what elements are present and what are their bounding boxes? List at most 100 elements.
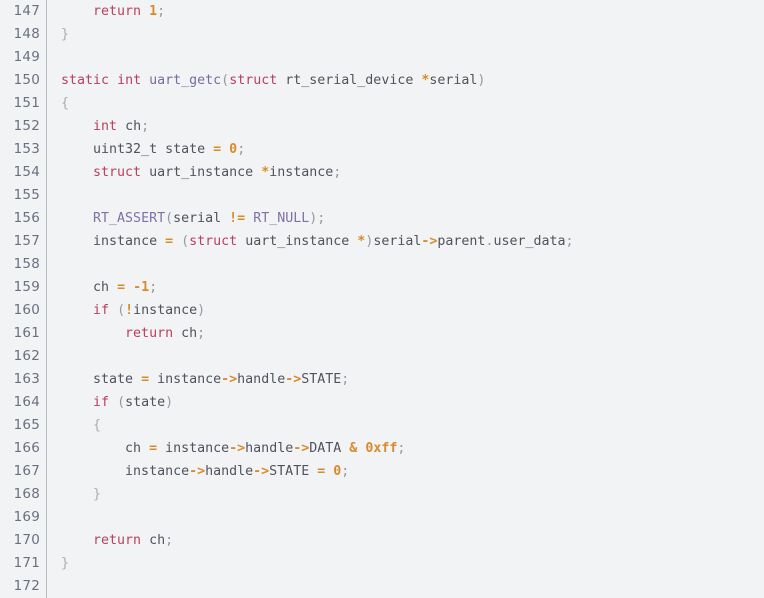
code-viewer[interactable]: 147 return 1; 148} 149 150 static int uart_g…: [0, 0, 764, 598]
line-number: 147: [13, 3, 40, 19]
line-content[interactable]: }: [51, 552, 764, 575]
line-content[interactable]: {: [51, 414, 764, 437]
line-content[interactable]: ch = -1;: [51, 276, 764, 299]
code-line[interactable]: 165 {: [0, 414, 764, 437]
code-line[interactable]: 170 return ch;: [0, 529, 764, 552]
token-punct: ;: [341, 372, 350, 387]
code-line[interactable]: 161 return ch;: [0, 322, 764, 345]
line-content[interactable]: int ch;: [51, 115, 764, 138]
token-op: =: [149, 441, 158, 456]
code-line[interactable]: 148}: [0, 23, 764, 46]
line-content[interactable]: instance->handle->STATE = 0;: [51, 460, 764, 483]
token-punct: ;: [317, 211, 326, 226]
code-line[interactable]: 164 if (state): [0, 391, 764, 414]
code-line[interactable]: 152 int ch;: [0, 115, 764, 138]
code-line[interactable]: 159 ch = -1;: [0, 276, 764, 299]
gutter-divider: [40, 0, 51, 23]
token-keyword: struct: [229, 73, 278, 88]
code-line[interactable]: 166 ch = instance->handle->DATA & 0xff;: [0, 437, 764, 460]
token-ident: handle: [237, 372, 286, 387]
line-number: 165: [13, 417, 40, 433]
code-line[interactable]: 168 }: [0, 483, 764, 506]
token-punct: ;: [165, 533, 174, 548]
line-content[interactable]: RT_ASSERT(serial != RT_NULL);: [51, 207, 764, 230]
token-op: ->: [293, 441, 310, 456]
line-content[interactable]: {: [51, 92, 764, 115]
line-content[interactable]: instance = (struct uart_instance *)seria…: [51, 230, 764, 253]
line-number: 171: [13, 555, 40, 571]
token-brace: }: [61, 556, 70, 571]
line-content[interactable]: if (!instance): [51, 299, 764, 322]
token-ident: serial: [173, 211, 222, 226]
token-keyword: struct: [93, 165, 142, 180]
line-number: 156: [13, 210, 40, 226]
line-content[interactable]: struct uart_instance *instance;: [51, 161, 764, 184]
line-content[interactable]: if (state): [51, 391, 764, 414]
line-content[interactable]: ch = instance->handle->DATA & 0xff;: [51, 437, 764, 460]
line-content[interactable]: uint32_t state = 0;: [51, 138, 764, 161]
line-content[interactable]: }: [51, 483, 764, 506]
code-line[interactable]: 167 instance->handle->STATE = 0;: [0, 460, 764, 483]
line-content[interactable]: state = instance->handle->STATE;: [51, 368, 764, 391]
line-content[interactable]: static int uart_getc(struct rt_serial_de…: [51, 69, 764, 92]
token-ident: instance: [93, 234, 158, 249]
token-op: *: [261, 165, 270, 180]
token-op: =: [165, 234, 174, 249]
line-number: 152: [13, 118, 40, 134]
code-line[interactable]: 171}: [0, 552, 764, 575]
code-line[interactable]: 150 static int uart_getc(struct rt_serial…: [0, 69, 764, 92]
gutter-divider: [40, 368, 51, 391]
code-line[interactable]: 163 state = instance->handle->STATE;: [0, 368, 764, 391]
code-line[interactable]: 156 RT_ASSERT(serial != RT_NULL);: [0, 207, 764, 230]
line-content[interactable]: return 1;: [51, 0, 764, 23]
line-content[interactable]: return ch;: [51, 322, 764, 345]
gutter-divider: [40, 69, 51, 92]
code-line[interactable]: 155: [0, 184, 764, 207]
code-line[interactable]: 153 uint32_t state = 0;: [0, 138, 764, 161]
line-content[interactable]: return ch;: [51, 529, 764, 552]
code-line[interactable]: 157 instance = (struct uart_instance *)s…: [0, 230, 764, 253]
token-ident: parent: [437, 234, 486, 249]
token-punct: (: [117, 395, 126, 410]
code-line[interactable]: 149: [0, 46, 764, 69]
token-ident: ch: [181, 326, 198, 341]
line-content[interactable]: }: [51, 23, 764, 46]
token-punct: ): [477, 73, 486, 88]
code-line[interactable]: 169: [0, 506, 764, 529]
token-ident: handle: [205, 464, 254, 479]
line-number: 169: [13, 509, 40, 525]
code-line[interactable]: 160 if (!instance): [0, 299, 764, 322]
code-line[interactable]: 151 {: [0, 92, 764, 115]
gutter-divider: [40, 276, 51, 299]
code-line[interactable]: 158: [0, 253, 764, 276]
token-ident: state: [125, 395, 166, 410]
token-ident: ch: [125, 119, 142, 134]
gutter-divider: [40, 230, 51, 253]
code-line[interactable]: 162: [0, 345, 764, 368]
line-number: 163: [13, 371, 40, 387]
token-ident: STATE: [301, 372, 342, 387]
code-line[interactable]: 172: [0, 575, 764, 598]
code-line[interactable]: 154 struct uart_instance *instance;: [0, 161, 764, 184]
gutter-divider: [40, 529, 51, 552]
token-op: =: [213, 142, 222, 157]
token-num: 1: [149, 4, 158, 19]
line-number: 159: [13, 279, 40, 295]
token-punct: ;: [397, 441, 406, 456]
token-op: =: [117, 280, 126, 295]
code-line[interactable]: 147 return 1;: [0, 0, 764, 23]
